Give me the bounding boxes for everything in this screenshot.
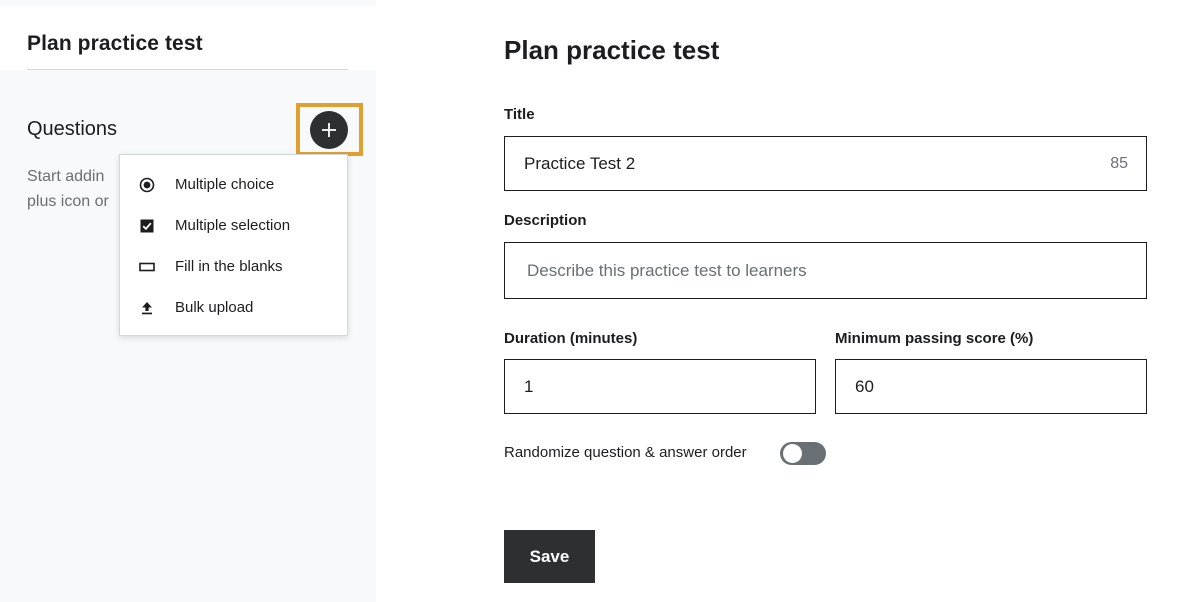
save-button[interactable]: Save bbox=[504, 530, 595, 583]
plus-icon bbox=[321, 122, 337, 138]
page-title: Plan practice test bbox=[504, 35, 720, 65]
upload-icon bbox=[139, 300, 155, 316]
menu-item-bulk-upload[interactable]: Bulk upload bbox=[120, 287, 347, 328]
menu-item-label: Multiple choice bbox=[175, 176, 275, 193]
menu-item-label: Multiple selection bbox=[175, 217, 291, 234]
sidebar: Plan practice test Questions Start addin… bbox=[0, 0, 376, 602]
description-input[interactable]: Describe this practice test to learners bbox=[504, 242, 1147, 299]
sidebar-divider bbox=[27, 69, 348, 70]
page: Plan practice test Questions Start addin… bbox=[0, 0, 1200, 602]
menu-item-fill-in-the-blanks[interactable]: Fill in the blanks bbox=[120, 246, 347, 287]
duration-label: Duration (minutes) bbox=[504, 330, 638, 347]
add-question-menu: Multiple choice Multiple selection Fill … bbox=[119, 154, 348, 336]
title-input[interactable]: Practice Test 2 85 bbox=[504, 136, 1147, 191]
checkbox-icon bbox=[139, 218, 155, 234]
min-score-input[interactable]: 60 bbox=[835, 359, 1147, 414]
blank-box-icon bbox=[139, 259, 155, 275]
duration-input[interactable]: 1 bbox=[504, 359, 816, 414]
menu-item-multiple-selection[interactable]: Multiple selection bbox=[120, 205, 347, 246]
title-char-count: 85 bbox=[1110, 154, 1128, 172]
randomize-label: Randomize question & answer order bbox=[504, 444, 747, 461]
add-question-button[interactable] bbox=[310, 111, 348, 149]
title-input-value: Practice Test 2 bbox=[524, 153, 636, 173]
menu-item-multiple-choice[interactable]: Multiple choice bbox=[120, 164, 347, 205]
min-score-label: Minimum passing score (%) bbox=[835, 330, 1034, 347]
duration-input-value: 1 bbox=[524, 376, 534, 396]
radio-icon bbox=[139, 177, 155, 193]
toggle-knob bbox=[783, 444, 802, 463]
sidebar-title: Plan practice test bbox=[27, 32, 203, 55]
title-label: Title bbox=[504, 106, 535, 123]
description-placeholder: Describe this practice test to learners bbox=[527, 260, 807, 280]
menu-item-label: Bulk upload bbox=[175, 299, 254, 316]
randomize-toggle[interactable] bbox=[780, 442, 826, 465]
menu-item-label: Fill in the blanks bbox=[175, 258, 283, 275]
min-score-input-value: 60 bbox=[855, 376, 874, 396]
description-label: Description bbox=[504, 212, 587, 229]
questions-heading: Questions bbox=[27, 118, 118, 140]
sidebar-header: Plan practice test bbox=[0, 0, 376, 70]
